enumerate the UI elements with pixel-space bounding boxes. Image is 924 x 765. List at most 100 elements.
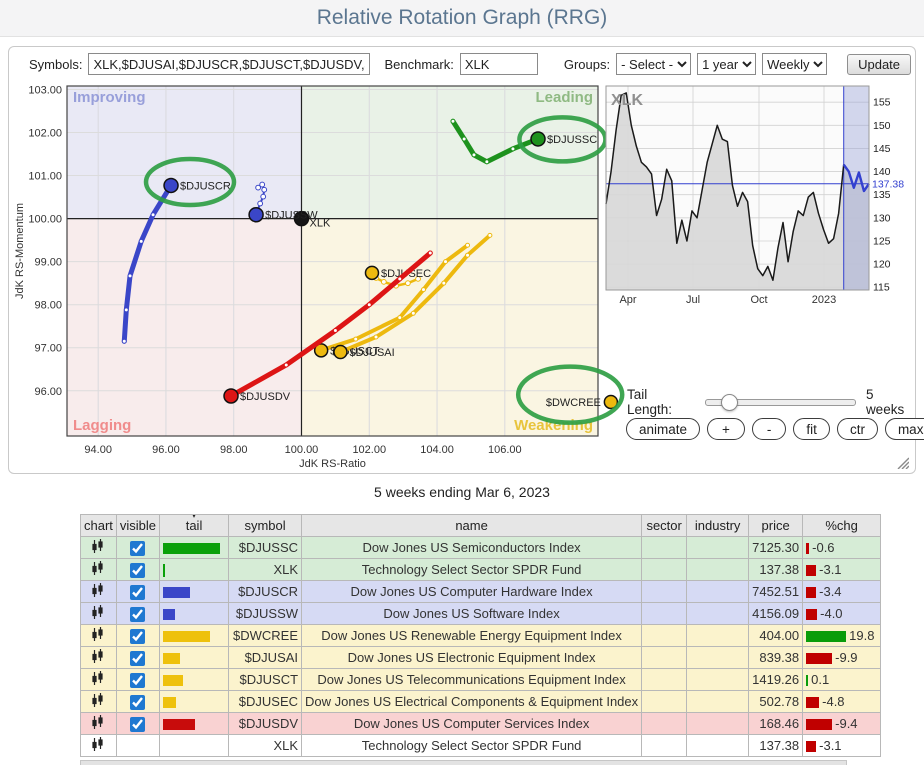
rrg-chart[interactable]: ImprovingLeadingLaggingWeakening94.0096.… xyxy=(9,79,659,473)
tail-swatch xyxy=(163,609,175,620)
table-row-$DJUSEC[interactable]: $DJUSECDow Jones US Electrical Component… xyxy=(81,691,881,713)
visible-checkbox-$DJUSCR[interactable] xyxy=(130,585,145,600)
table-row-$DJUSCT[interactable]: $DJUSCTDow Jones US Telecommunications E… xyxy=(81,669,881,691)
candlestick-chart-icon[interactable] xyxy=(91,583,105,598)
visible-checkbox-$DJUSEC[interactable] xyxy=(130,695,145,710)
pct-change-value: -0.6 xyxy=(812,540,834,555)
pct-change-value: -9.4 xyxy=(835,716,857,731)
visible-checkbox-$DJUSSW[interactable] xyxy=(130,607,145,622)
table-row-$DJUSDV[interactable]: $DJUSDVDow Jones US Computer Services In… xyxy=(81,713,881,735)
chart-button-animate[interactable]: animate xyxy=(626,418,700,440)
tail-length-slider-knob[interactable] xyxy=(721,394,738,411)
visible-checkbox-XLK[interactable] xyxy=(130,563,145,578)
update-button[interactable]: Update xyxy=(847,54,911,75)
table-row-$DJUSSW[interactable]: $DJUSSWDow Jones US Software Index4156.0… xyxy=(81,603,881,625)
svg-text:155: 155 xyxy=(873,97,891,109)
tail-swatch xyxy=(163,697,176,708)
table-row-$DJUSAI[interactable]: $DJUSAIDow Jones US Electronic Equipment… xyxy=(81,647,881,669)
table-row-XLK[interactable]: XLKTechnology Select Sector SPDR Fund137… xyxy=(81,559,881,581)
pct-change-bar xyxy=(806,741,816,752)
visible-checkbox-$DJUSDV[interactable] xyxy=(130,717,145,732)
candlestick-chart-icon[interactable] xyxy=(91,539,105,554)
candlestick-chart-icon[interactable] xyxy=(91,561,105,576)
visible-checkbox-$DJUSCT[interactable] xyxy=(130,673,145,688)
rrg-app: Relative Rotation Graph (RRG) Symbols: B… xyxy=(0,0,924,765)
price-cell: 4156.09 xyxy=(749,603,803,625)
pct-change-value: -9.9 xyxy=(835,650,857,665)
column-header-sector[interactable]: sector xyxy=(642,515,687,537)
rrg-label-$DJUSSC: $DJUSSC xyxy=(547,134,597,146)
candlestick-chart-icon[interactable] xyxy=(91,627,105,642)
rrg-point-$DJUSSW[interactable] xyxy=(249,208,263,222)
table-footer-strip xyxy=(80,760,847,765)
interval-select[interactable]: Weekly xyxy=(762,53,827,75)
name-cell: Dow Jones US Computer Hardware Index xyxy=(302,581,642,603)
table-row-$DWCREE[interactable]: $DWCREEDow Jones US Renewable Energy Equ… xyxy=(81,625,881,647)
chart-button-max[interactable]: max xyxy=(885,418,924,440)
chart-button-ctr[interactable]: ctr xyxy=(837,418,878,440)
resize-handle-icon[interactable] xyxy=(895,455,909,469)
svg-text:120: 120 xyxy=(873,259,891,271)
visible-checkbox-$DWCREE[interactable] xyxy=(130,629,145,644)
candlestick-chart-icon[interactable] xyxy=(91,671,105,686)
pct-change-bar xyxy=(806,543,809,554)
chart-button-fit[interactable]: fit xyxy=(793,418,830,440)
svg-text:102.00: 102.00 xyxy=(352,444,386,456)
symbols-input[interactable] xyxy=(88,53,370,75)
benchmark-input[interactable] xyxy=(460,53,538,75)
name-cell: Technology Select Sector SPDR Fund xyxy=(302,735,642,757)
column-header-industry[interactable]: industry xyxy=(687,515,749,537)
candlestick-chart-icon[interactable] xyxy=(91,715,105,730)
candlestick-chart-icon[interactable] xyxy=(91,605,105,620)
symbol-cell: XLK xyxy=(229,735,302,757)
name-cell: Dow Jones US Semiconductors Index xyxy=(302,537,642,559)
visible-checkbox-$DJUSAI[interactable] xyxy=(130,651,145,666)
rrg-chart-svg[interactable]: ImprovingLeadingLaggingWeakening94.0096.… xyxy=(9,79,659,473)
column-header-visible[interactable]: visible xyxy=(116,515,159,537)
pct-change-bar xyxy=(806,675,808,686)
candlestick-chart-icon[interactable] xyxy=(91,737,105,752)
column-header-symbol[interactable]: symbol xyxy=(229,515,302,537)
rrg-point-$DJUSCR[interactable] xyxy=(164,178,178,192)
table-row-XLK[interactable]: XLKTechnology Select Sector SPDR Fund 137… xyxy=(81,735,881,757)
rrg-point-$DJUSEC[interactable] xyxy=(365,266,378,279)
svg-text:94.00: 94.00 xyxy=(84,444,112,456)
pct-change-bar xyxy=(806,631,846,642)
rrg-point-$DJUSDV[interactable] xyxy=(224,389,238,403)
pct-change-value: 19.8 xyxy=(849,628,874,643)
column-header-name[interactable]: name xyxy=(302,515,642,537)
period-select[interactable]: 1 year xyxy=(697,53,756,75)
column-header-price[interactable]: price xyxy=(749,515,803,537)
column-header-chart[interactable]: chart xyxy=(81,515,117,537)
svg-text:JdK RS-Momentum: JdK RS-Momentum xyxy=(14,203,26,299)
tail-swatch xyxy=(163,543,220,554)
price-cell: 1419.26 xyxy=(749,669,803,691)
benchmark-label: Benchmark: xyxy=(384,57,453,72)
table-row-$DJUSSC[interactable]: $DJUSSCDow Jones US Semiconductors Index… xyxy=(81,537,881,559)
candlestick-chart-icon[interactable] xyxy=(91,693,105,708)
rrg-point-$DJUSSC[interactable] xyxy=(531,132,545,146)
groups-select[interactable]: - Select - xyxy=(616,53,691,75)
controls-bar: Symbols: Benchmark: Groups: - Select - 1… xyxy=(29,53,911,75)
table-row-$DJUSCR[interactable]: $DJUSCRDow Jones US Computer Hardware In… xyxy=(81,581,881,603)
chart-button-minus[interactable]: - xyxy=(752,418,787,440)
pct-change-bar xyxy=(806,587,816,598)
tail-length-slider[interactable] xyxy=(705,399,856,406)
tail-swatch xyxy=(163,653,180,664)
candlestick-chart-icon[interactable] xyxy=(91,649,105,664)
symbol-cell: $DWCREE xyxy=(229,625,302,647)
svg-text:Jul: Jul xyxy=(686,294,700,306)
name-cell: Dow Jones US Electrical Components & Equ… xyxy=(302,691,642,713)
visible-checkbox-$DJUSSC[interactable] xyxy=(130,541,145,556)
chart-button-plus[interactable]: + xyxy=(707,418,745,440)
benchmark-chart: 115120125130135140145150155137.38AprJulO… xyxy=(601,81,913,313)
rrg-label-$DWCREE: $DWCREE xyxy=(546,397,601,409)
column-header-chg[interactable]: %chg xyxy=(803,515,881,537)
column-header-tail[interactable]: tail▾ xyxy=(160,515,229,537)
price-cell: 137.38 xyxy=(749,735,803,757)
name-cell: Dow Jones US Electronic Equipment Index xyxy=(302,647,642,669)
svg-text:Leading: Leading xyxy=(535,89,593,106)
rrg-point-$DJUSAI[interactable] xyxy=(334,346,347,359)
table-header-row: chartvisibletail▾symbolnamesectorindustr… xyxy=(81,515,881,537)
svg-text:99.00: 99.00 xyxy=(34,257,62,269)
